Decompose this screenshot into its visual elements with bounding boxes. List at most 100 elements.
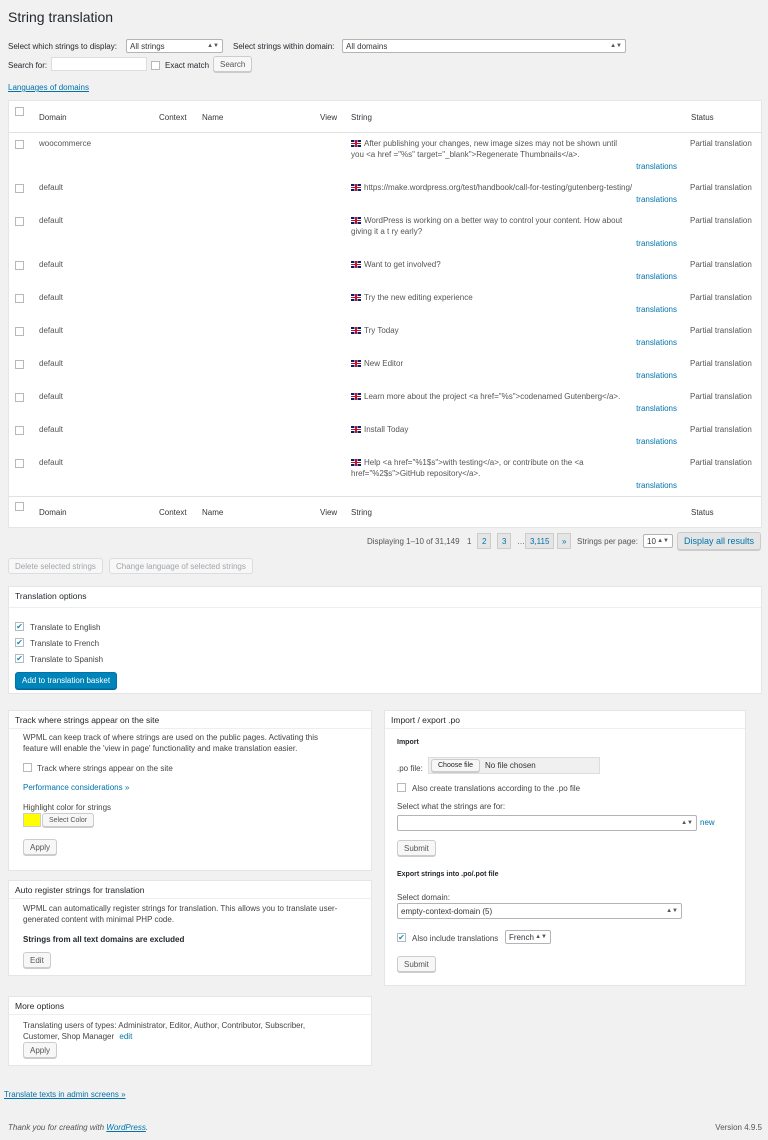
uk-flag-icon xyxy=(351,426,361,433)
row-string: Try Today xyxy=(364,326,399,335)
select-color-button[interactable]: Select Color xyxy=(42,813,95,827)
page-link-last[interactable]: 3,115 xyxy=(525,533,555,549)
translations-link[interactable]: translations xyxy=(636,239,677,248)
auto-register-edit-button[interactable]: Edit xyxy=(23,952,51,968)
translations-link[interactable]: translations xyxy=(636,162,677,171)
import-submit-button[interactable]: Submit xyxy=(397,840,436,856)
footer-view: View xyxy=(320,508,338,517)
panel-divider xyxy=(9,898,371,899)
exact-match-checkbox[interactable] xyxy=(151,61,160,70)
english-checkbox[interactable]: ✔ xyxy=(15,622,24,631)
translations-link[interactable]: translations xyxy=(636,404,677,413)
row-checkbox[interactable] xyxy=(15,426,24,435)
row-string: New Editor xyxy=(364,359,404,368)
row-checkbox[interactable] xyxy=(15,261,24,270)
french-checkbox[interactable]: ✔ xyxy=(15,638,24,647)
uk-flag-icon xyxy=(351,217,361,224)
wordpress-link[interactable]: WordPress xyxy=(106,1123,146,1132)
also-create-checkbox[interactable] xyxy=(397,783,406,792)
track-checkbox-label: Track where strings appear on the site xyxy=(37,764,173,773)
version-text: Version 4.9.5 xyxy=(715,1123,762,1132)
uk-flag-icon xyxy=(351,393,361,400)
footer-string[interactable]: String xyxy=(351,508,372,517)
track-checkbox[interactable] xyxy=(23,763,32,772)
header-string[interactable]: String xyxy=(351,113,372,122)
display-select[interactable]: All strings ▲▼ xyxy=(126,39,223,53)
header-context[interactable]: Context xyxy=(159,113,187,122)
select-for-label: Select what the strings are for: xyxy=(397,802,506,811)
footer-domain[interactable]: Domain xyxy=(39,508,67,517)
translations-link[interactable]: translations xyxy=(636,338,677,347)
select-all-checkbox[interactable] xyxy=(15,107,24,116)
new-link[interactable]: new xyxy=(700,818,715,827)
translate-admin-link[interactable]: Translate texts in admin screens » xyxy=(4,1090,126,1099)
domain-select[interactable]: All domains ▲▼ xyxy=(342,39,626,53)
row-checkbox[interactable] xyxy=(15,294,24,303)
file-input[interactable]: Choose file No file chosen xyxy=(428,757,600,774)
import-export-panel: Import / export .po Import .po file: Cho… xyxy=(384,710,746,986)
include-translations-checkbox[interactable]: ✔ xyxy=(397,933,406,942)
spanish-checkbox[interactable]: ✔ xyxy=(15,654,24,663)
export-language-select[interactable]: French ▲▼ xyxy=(505,930,551,944)
translations-link[interactable]: translations xyxy=(636,305,677,314)
translations-link[interactable]: translations xyxy=(636,371,677,380)
chevron-updown-icon: ▲▼ xyxy=(657,538,669,544)
footer-name[interactable]: Name xyxy=(202,508,223,517)
row-checkbox[interactable] xyxy=(15,393,24,402)
per-page-select[interactable]: 10 ▲▼ xyxy=(643,534,673,548)
select-for-select[interactable]: ▲▼ xyxy=(397,815,697,831)
footer-thanks: Thank you for creating with WordPress. xyxy=(8,1123,148,1132)
import-export-title: Import / export .po xyxy=(391,715,460,725)
export-heading: Export strings into .po/.pot file xyxy=(397,871,499,878)
translations-link[interactable]: translations xyxy=(636,481,677,490)
languages-of-domains-link[interactable]: Languages of domains xyxy=(8,83,89,92)
row-checkbox[interactable] xyxy=(15,327,24,336)
domain-label: Select strings within domain: xyxy=(233,42,335,51)
row-checkbox[interactable] xyxy=(15,217,24,226)
export-domain-select[interactable]: empty-context-domain (5) ▲▼ xyxy=(397,903,682,919)
choose-file-button[interactable]: Choose file xyxy=(431,759,481,772)
track-apply-button[interactable]: Apply xyxy=(23,839,58,855)
row-checkbox[interactable] xyxy=(15,140,24,149)
uk-flag-icon xyxy=(351,360,361,367)
panel-divider xyxy=(9,728,371,729)
row-checkbox[interactable] xyxy=(15,360,24,369)
search-input[interactable] xyxy=(51,57,147,71)
footer-context[interactable]: Context xyxy=(159,508,187,517)
page-link-2[interactable]: 2 xyxy=(477,533,492,549)
add-to-basket-button[interactable]: Add to translation basket xyxy=(15,672,118,689)
row-status: Partial translation xyxy=(690,139,752,148)
user-types-edit-link[interactable]: edit xyxy=(119,1032,132,1041)
auto-register-panel: Auto register strings for translation WP… xyxy=(8,880,372,976)
change-language-button[interactable]: Change language of selected strings xyxy=(109,558,253,574)
translation-options-title: Translation options xyxy=(15,591,87,601)
header-name[interactable]: Name xyxy=(202,113,223,122)
panel-divider xyxy=(385,728,745,729)
page-link-3[interactable]: 3 xyxy=(497,533,512,549)
translations-link[interactable]: translations xyxy=(636,437,677,446)
chevron-updown-icon: ▲▼ xyxy=(207,43,219,49)
performance-link[interactable]: Performance considerations » xyxy=(23,783,129,792)
translations-link[interactable]: translations xyxy=(636,272,677,281)
row-checkbox[interactable] xyxy=(15,184,24,193)
page-next[interactable]: » xyxy=(557,533,572,549)
more-options-apply-button[interactable]: Apply xyxy=(23,1042,58,1058)
delete-selected-button[interactable]: Delete selected strings xyxy=(8,558,103,574)
row-status: Partial translation xyxy=(690,425,752,434)
import-heading: Import xyxy=(397,739,419,746)
header-domain[interactable]: Domain xyxy=(39,113,67,122)
footer-status[interactable]: Status xyxy=(691,508,714,517)
row-checkbox[interactable] xyxy=(15,459,24,468)
uk-flag-icon xyxy=(351,261,361,268)
row-domain: default xyxy=(39,326,64,335)
uk-flag-icon xyxy=(351,327,361,334)
select-all-checkbox-footer[interactable] xyxy=(15,502,24,511)
search-button[interactable]: Search xyxy=(213,56,253,72)
display-select-value: All strings xyxy=(130,41,165,51)
header-status[interactable]: Status xyxy=(691,113,714,122)
display-all-button[interactable]: Display all results xyxy=(677,532,762,550)
chevron-updown-icon: ▲▼ xyxy=(535,934,547,940)
translations-link[interactable]: translations xyxy=(636,195,677,204)
color-swatch[interactable] xyxy=(23,813,41,827)
export-submit-button[interactable]: Submit xyxy=(397,956,436,972)
